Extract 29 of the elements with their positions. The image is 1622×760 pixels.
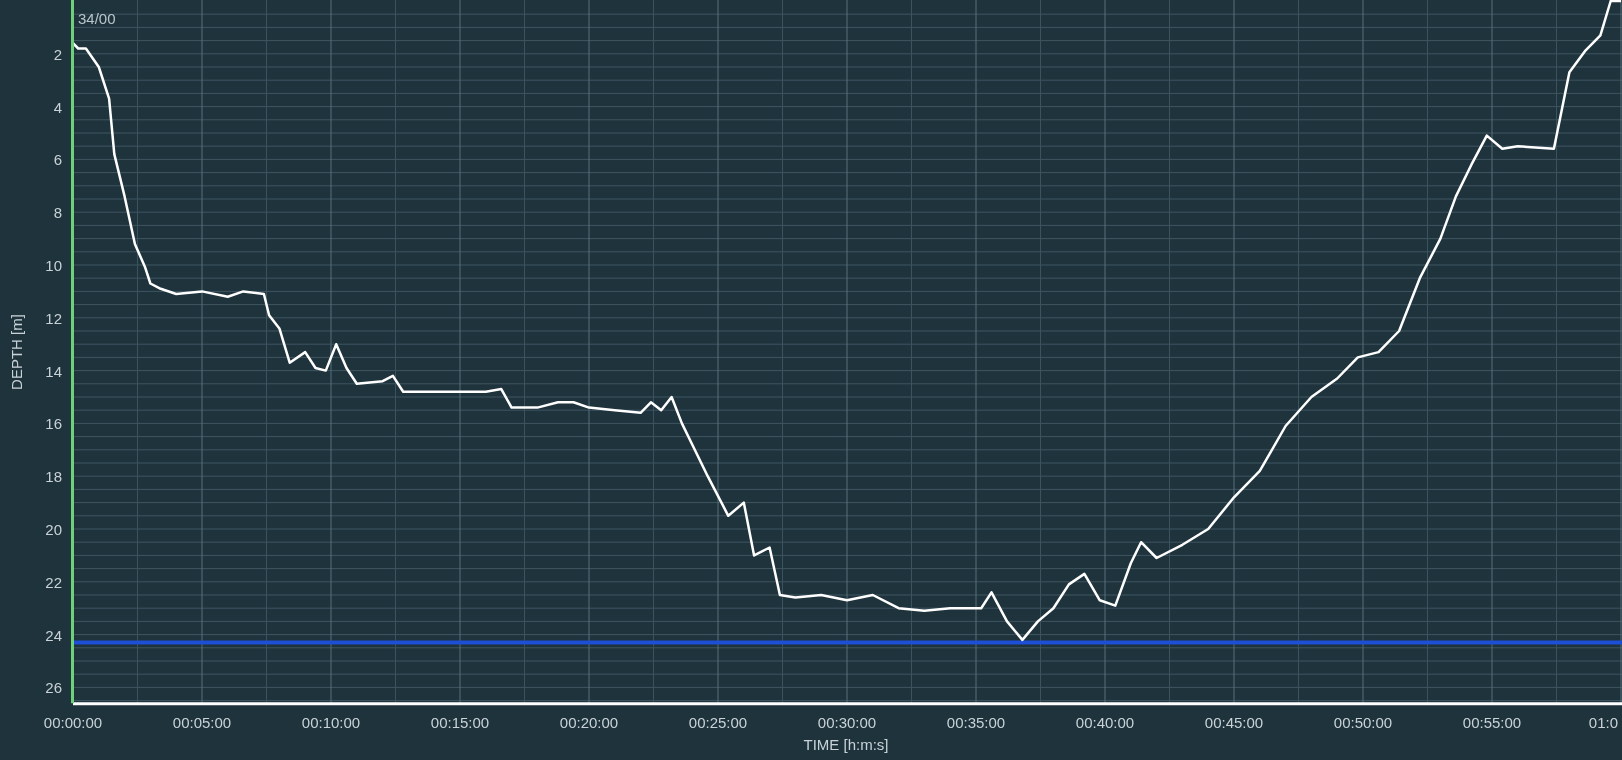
axis-tick-label: 00:25:00 bbox=[688, 714, 748, 731]
axis-tick-label: 00:05:00 bbox=[172, 714, 232, 731]
axis-tick-label: 00:15:00 bbox=[430, 714, 490, 731]
axis-tick-label: 14 bbox=[45, 362, 62, 380]
axis-tick-label: 12 bbox=[45, 309, 62, 327]
axis-tick-label: 22 bbox=[45, 573, 62, 591]
axis-tick-label: 00:45:00 bbox=[1204, 714, 1264, 731]
axis-title: TIME [h:m:s] bbox=[803, 736, 889, 753]
axis-tick-label: 4 bbox=[53, 98, 62, 116]
axis-tick-label: 26 bbox=[45, 679, 62, 697]
axis-tick-label: 8 bbox=[53, 204, 62, 222]
axis-tick-label: 00:20:00 bbox=[559, 714, 619, 731]
marker-label: 34/00 bbox=[78, 10, 116, 27]
axis-tick-label: 2 bbox=[53, 45, 62, 63]
axis-title: DEPTH [m] bbox=[8, 314, 25, 390]
axis-tick-label: 00:10:00 bbox=[301, 714, 361, 731]
axis-tick-label: 00:00:00 bbox=[43, 714, 103, 731]
axis-tick-label: 20 bbox=[45, 521, 62, 538]
axis-tick-label: 00:55:00 bbox=[1462, 714, 1522, 731]
axis-tick-label: 24 bbox=[45, 626, 62, 644]
axis-tick-label: 10 bbox=[45, 257, 62, 274]
axis-tick-label: 16 bbox=[45, 415, 62, 433]
axis-tick-label: 18 bbox=[45, 468, 62, 486]
axis-tick-label: 00:50:00 bbox=[1333, 714, 1393, 731]
axis-tick-label: 00:35:00 bbox=[946, 714, 1006, 731]
axis-tick-label: 01:0 bbox=[1588, 714, 1618, 731]
axis-tick-label: 00:40:00 bbox=[1075, 714, 1135, 731]
axis-tick-label: 00:30:00 bbox=[817, 714, 877, 731]
axis-tick-label: 6 bbox=[53, 151, 62, 169]
